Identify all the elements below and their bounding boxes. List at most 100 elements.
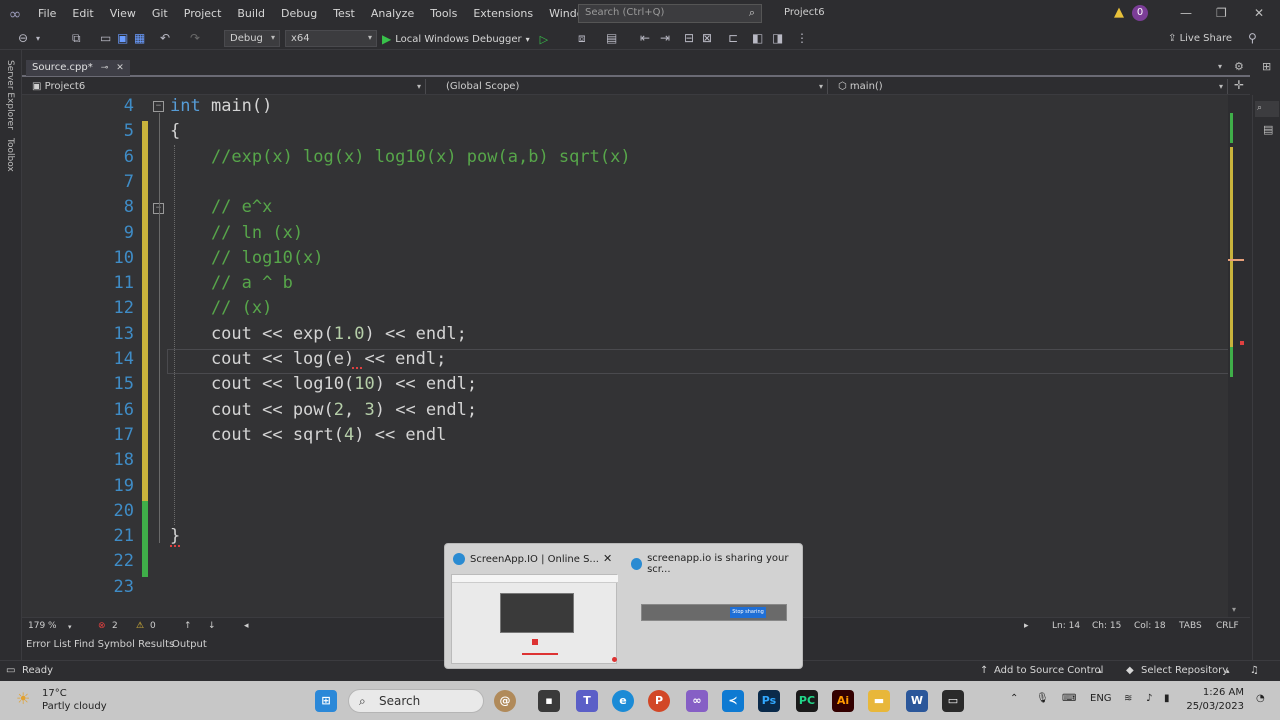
tray-overflow-icon[interactable]: ⌃	[1010, 693, 1018, 704]
menu-item-edit[interactable]: Edit	[64, 0, 101, 28]
code-line[interactable]: cout << sqrt(4) << endl	[170, 425, 446, 445]
warning-count[interactable]: 0	[150, 621, 156, 631]
configuration-select[interactable]: Debug ▾	[224, 30, 280, 47]
char-indicator[interactable]: Ch: 15	[1092, 621, 1121, 631]
code-line[interactable]: cout << exp(1.0) << endl;	[170, 324, 467, 344]
menu-item-analyze[interactable]: Analyze	[363, 0, 422, 28]
restore-icon[interactable]: ❐	[1216, 6, 1227, 20]
bookmark-prev-icon[interactable]: ◧	[752, 31, 763, 45]
menu-item-project[interactable]: Project	[176, 0, 230, 28]
layout-icon[interactable]: ▤	[606, 31, 617, 45]
menu-item-build[interactable]: Build	[229, 0, 273, 28]
tabs-indicator[interactable]: TABS	[1179, 621, 1202, 631]
code-line[interactable]: // e^x	[170, 197, 272, 217]
tab-error-list[interactable]: Error List	[26, 639, 71, 650]
toolbar-options-icon[interactable]: ⋮	[796, 31, 808, 45]
keyboard-icon[interactable]: ⌨	[1062, 693, 1076, 704]
file-explorer-dark-icon[interactable]: ▪	[538, 690, 560, 712]
redo-icon[interactable]: ↷	[190, 31, 200, 45]
code-line[interactable]: // log10(x)	[170, 248, 324, 268]
chevron-up-icon[interactable]: ▴	[1226, 667, 1230, 675]
powerpoint-icon[interactable]: P	[648, 690, 670, 712]
photoshop-icon[interactable]: Ps	[758, 690, 780, 712]
code-line[interactable]: cout << log10(10) << endl;	[170, 374, 477, 394]
step-icon[interactable]: ⇤	[640, 31, 650, 45]
edge-icon[interactable]: e	[612, 690, 634, 712]
folder-icon[interactable]: ▬	[868, 690, 890, 712]
tab-output[interactable]: Output	[172, 639, 207, 650]
menu-item-test[interactable]: Test	[325, 0, 363, 28]
live-share-button[interactable]: ⇪ Live Share	[1168, 33, 1232, 44]
zoom-level[interactable]: 179 %	[28, 621, 57, 631]
visual-studio-icon[interactable]: ∞	[686, 690, 708, 712]
taskbar-search[interactable]: ⌕ Search	[348, 689, 484, 713]
scroll-right-icon[interactable]: ▸	[1024, 621, 1029, 631]
volume-icon[interactable]: ♪	[1146, 693, 1152, 704]
platform-select[interactable]: x64 ▾	[285, 30, 377, 47]
start-without-debugging-icon[interactable]: ▷	[540, 33, 548, 46]
preview-right-thumbnail[interactable]: Stop sharing	[641, 604, 787, 621]
error-count[interactable]: 2	[112, 621, 118, 631]
comment-icon[interactable]: ⊟	[684, 31, 694, 45]
visual-studio-logo-icon[interactable]: ∞	[0, 0, 30, 28]
save-icon[interactable]: ▣	[117, 31, 128, 45]
language-indicator[interactable]: ENG	[1090, 693, 1112, 704]
code-line[interactable]: // ln (x)	[170, 223, 303, 243]
terminal-icon[interactable]: ▭	[942, 690, 964, 712]
new-project-icon[interactable]: ⧉	[72, 31, 81, 46]
notifications-bell-icon[interactable]: ♫	[1250, 665, 1259, 676]
code-line[interactable]: }	[170, 526, 180, 546]
illustrator-icon[interactable]: Ai	[832, 690, 854, 712]
code-line[interactable]: {	[170, 121, 180, 141]
menu-item-view[interactable]: View	[102, 0, 144, 28]
bookmark-icon[interactable]: ⊏	[728, 31, 738, 45]
shell-widget-icon[interactable]: @	[494, 690, 516, 712]
step-over-icon[interactable]: ⇥	[660, 31, 670, 45]
feedback-icon[interactable]: ⚲	[1248, 31, 1257, 45]
line-indicator[interactable]: Ln: 14	[1052, 621, 1080, 631]
chevron-down-icon[interactable]: ▾	[36, 34, 40, 43]
code-line[interactable]: // (x)	[170, 298, 272, 318]
code-line[interactable]: cout << pow(2, 3) << endl;	[170, 400, 477, 420]
split-editor-icon[interactable]: ✛	[1234, 78, 1244, 92]
code-editor[interactable]: 4 5 6 7 8 9 10 11 12 13 14 15 16 17 18 19 20 21 22 23 − − i…	[22, 95, 1232, 617]
right-panel-search-icon[interactable]: ⌕	[1255, 101, 1279, 117]
warning-icon[interactable]: ▲	[1114, 5, 1124, 20]
scroll-down-icon[interactable]: ▾	[1232, 605, 1236, 614]
preview-left-title[interactable]: ScreenApp.IO | Online S...	[453, 553, 599, 565]
server-explorer-tab[interactable]: Server Explorer	[5, 60, 15, 130]
menu-item-debug[interactable]: Debug	[273, 0, 325, 28]
toolbox-tab[interactable]: Toolbox	[5, 138, 15, 172]
vertical-scrollbar[interactable]: ▾	[1228, 95, 1244, 617]
undo-icon[interactable]: ↶	[160, 31, 170, 45]
chevron-down-icon[interactable]: ▾	[68, 623, 72, 631]
minimize-icon[interactable]: —	[1180, 6, 1192, 20]
column-indicator[interactable]: Col: 18	[1134, 621, 1166, 631]
bookmark-next-icon[interactable]: ◨	[772, 31, 783, 45]
menu-item-git[interactable]: Git	[144, 0, 176, 28]
microphone-icon[interactable]: 🎙	[1036, 693, 1049, 704]
notification-center-icon[interactable]: ◔	[1256, 693, 1265, 704]
project-dropdown[interactable]: ▣ Project6 ▾	[26, 79, 426, 94]
collapse-main-icon[interactable]: −	[153, 101, 164, 112]
battery-icon[interactable]: ▮	[1164, 693, 1170, 704]
warning-icon[interactable]: ⚠	[136, 621, 144, 631]
teams-icon[interactable]: T	[576, 690, 598, 712]
code-line[interactable]: //exp(x) log(x) log10(x) pow(a,b) sqrt(x…	[170, 147, 631, 167]
tab-source-cpp[interactable]: Source.cpp* ⊸ ✕	[26, 60, 130, 76]
word-icon[interactable]: W	[906, 690, 928, 712]
line-ending-indicator[interactable]: CRLF	[1216, 621, 1239, 631]
menu-item-extensions[interactable]: Extensions	[465, 0, 541, 28]
close-icon[interactable]: ✕	[603, 552, 612, 565]
menu-item-file[interactable]: File	[30, 0, 64, 28]
close-window-icon[interactable]: ✕	[1254, 6, 1264, 20]
scroll-left-icon[interactable]: ◂	[244, 621, 249, 631]
right-panel-toolbox-icon[interactable]: ▤	[1263, 123, 1273, 136]
pycharm-icon[interactable]: PC	[796, 690, 818, 712]
wifi-icon[interactable]: ≋	[1124, 693, 1132, 704]
member-dropdown[interactable]: ⬡ main() ▾	[832, 79, 1228, 94]
settings-gear-icon[interactable]: ⚙	[1234, 60, 1244, 73]
code-line[interactable]: int main()	[170, 96, 272, 116]
chevron-up-icon[interactable]: ▴	[1098, 667, 1102, 675]
uncomment-icon[interactable]: ⊠	[702, 31, 712, 45]
